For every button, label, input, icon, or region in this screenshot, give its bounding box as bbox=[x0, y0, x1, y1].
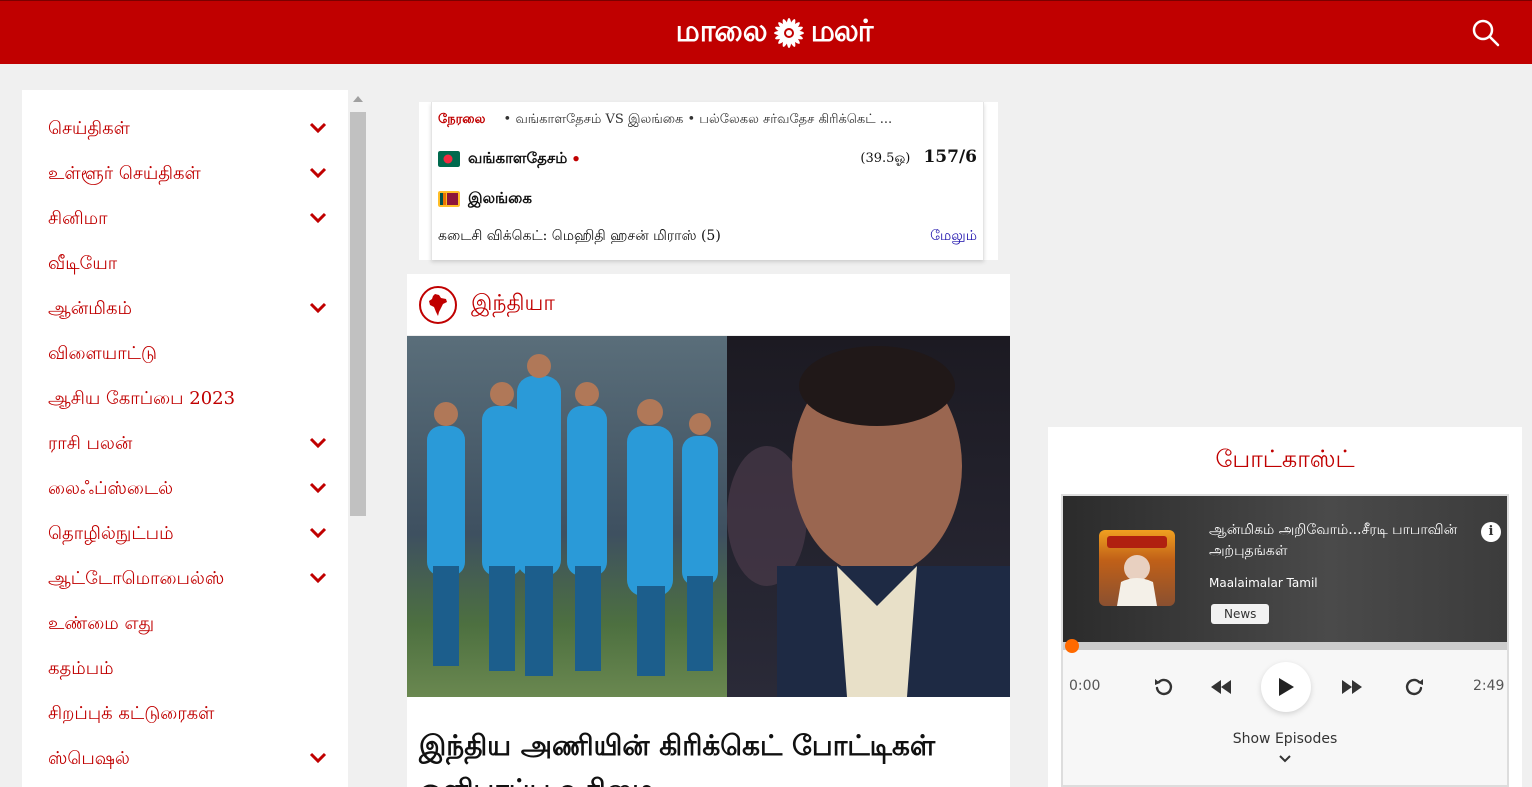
sidebar-item-label: தொழில்நுட்பம் bbox=[48, 523, 174, 544]
sidebar-item-label: சிறப்புக் கட்டுரைகள் bbox=[48, 703, 215, 724]
score-card: நேரலை • வங்காளதேசம் VS இலங்கை • பல்லேகல … bbox=[431, 102, 984, 260]
podcast-widget: போட்காஸ்ட் ஆன்மிகம் அறிவோம்...சீரடி பாபா… bbox=[1048, 427, 1522, 787]
episode-tag: News bbox=[1211, 604, 1270, 624]
previous-icon[interactable] bbox=[1208, 674, 1234, 700]
play-icon bbox=[1279, 678, 1294, 696]
chevron-down-icon[interactable] bbox=[1278, 754, 1292, 764]
batting-indicator: • bbox=[571, 150, 581, 168]
sidebar-item-label: ராசி பலன் bbox=[48, 433, 133, 454]
section-header[interactable]: இந்தியா bbox=[407, 274, 1010, 336]
sidebar-item-label: ஆசிய கோப்பை 2023 bbox=[48, 388, 236, 409]
team1-runs: 157/6 bbox=[923, 147, 977, 167]
episode-author: Maalaimalar Tamil bbox=[1209, 576, 1318, 590]
progress-bar[interactable] bbox=[1063, 639, 1507, 653]
current-time: 0:00 bbox=[1069, 678, 1101, 694]
episode-title: ஆன்மிகம் அறிவோம்...சீரடி பாபாவின் அற்புத… bbox=[1209, 522, 1458, 559]
chevron-down-icon[interactable] bbox=[309, 166, 327, 180]
logo-text-left: மாலை bbox=[675, 13, 768, 49]
sidebar-item[interactable]: செய்திகள் bbox=[22, 107, 348, 152]
sidebar-item[interactable]: தொழில்நுட்பம் bbox=[22, 512, 348, 557]
sidebar-menu: செய்திகள் உள்ளூர் செய்திகள் சினிமா வீடியோ ஆன… bbox=[22, 90, 348, 787]
bangladesh-flag-icon bbox=[438, 151, 460, 167]
sri-lanka-flag-icon bbox=[438, 191, 460, 207]
sidebar-item[interactable]: உள்ளூர் செய்திகள் bbox=[22, 152, 348, 197]
sidebar-item-label: விளையாட்டு bbox=[48, 343, 157, 364]
sidebar-item-label: செய்திகள் bbox=[48, 118, 130, 139]
news-headline[interactable]: இந்திய அணியின் கிரிக்கெட் போட்டிகள் ஒளிப… bbox=[419, 724, 999, 787]
sidebar-item-label: லைஃப்ஸ்டைல் bbox=[48, 478, 174, 499]
news-card: இந்தியா இந்திய அணியின் கிரிக்கெட் போட்டி… bbox=[407, 274, 1010, 787]
sidebar-item[interactable]: உண்மை எது bbox=[22, 602, 348, 647]
india-map-icon bbox=[419, 285, 457, 324]
logo-text-right: மலர் bbox=[810, 13, 874, 49]
sidebar-item-label: ஸ்பெஷல் bbox=[48, 748, 130, 769]
search-icon[interactable] bbox=[1470, 17, 1502, 49]
sidebar-item[interactable]: கதம்பம் bbox=[22, 647, 348, 692]
sidebar-item[interactable]: லைஃப்ஸ்டைல் bbox=[22, 467, 348, 512]
episode-cover-art bbox=[1099, 530, 1175, 606]
sidebar-item[interactable]: ஆசிய கோப்பை 2023 bbox=[22, 377, 348, 422]
play-button[interactable] bbox=[1261, 662, 1311, 712]
sidebar-item[interactable]: ஆன்மிகம் bbox=[22, 287, 348, 332]
score-header: நேரலை • வங்காளதேசம் VS இலங்கை • பல்லேகல … bbox=[438, 112, 978, 128]
section-title: இந்தியா bbox=[471, 290, 555, 316]
team2-name: இலங்கை bbox=[468, 189, 532, 207]
chevron-down-icon[interactable] bbox=[309, 481, 327, 495]
sidebar-item[interactable]: சினிமா bbox=[22, 197, 348, 242]
sidebar-item[interactable]: ராசி பலன் bbox=[22, 422, 348, 467]
progress-handle[interactable] bbox=[1065, 639, 1079, 653]
scroll-up-arrow-icon[interactable] bbox=[353, 96, 363, 102]
podcast-title: போட்காஸ்ட் bbox=[1215, 445, 1355, 473]
scroll-thumb[interactable] bbox=[350, 112, 366, 516]
sidebar-item-label: உண்மை எது bbox=[48, 613, 155, 634]
chevron-down-icon[interactable] bbox=[309, 571, 327, 585]
chevron-down-icon[interactable] bbox=[309, 751, 327, 765]
sidebar-item-label: கதம்பம் bbox=[48, 658, 114, 679]
player-header: ஆன்மிகம் அறிவோம்...சீரடி பாபாவின் அற்புத… bbox=[1063, 496, 1507, 642]
team-row-1: வங்காளதேசம் • bbox=[438, 146, 581, 172]
sidebar-item-label: ஆன்மிகம் bbox=[48, 298, 132, 319]
chevron-down-icon[interactable] bbox=[309, 301, 327, 315]
next-icon[interactable] bbox=[1339, 674, 1365, 700]
podcast-player: ஆன்மிகம் அறிவோம்...சீரடி பாபாவின் அற்புத… bbox=[1061, 494, 1509, 787]
sidebar-item-label: உள்ளூர் செய்திகள் bbox=[48, 163, 201, 184]
news-image[interactable] bbox=[407, 336, 1010, 697]
sidebar-item[interactable]: ஸ்பெஷல் bbox=[22, 737, 348, 782]
live-label: நேரலை bbox=[438, 112, 486, 127]
site-logo[interactable]: மாலை மலர் bbox=[652, 9, 896, 57]
chevron-down-icon[interactable] bbox=[309, 526, 327, 540]
team1-overs: (39.5ஓ) bbox=[860, 151, 911, 166]
team-row-2: இலங்கை bbox=[438, 186, 532, 212]
duration: 2:49 bbox=[1473, 678, 1505, 694]
team1-name: வங்காளதேசம் bbox=[468, 149, 568, 167]
sidebar-item-label: ஆட்டோமொபைல்ஸ் bbox=[48, 568, 225, 589]
forward-icon[interactable] bbox=[1401, 674, 1427, 700]
match-info[interactable]: • வங்காளதேசம் VS இலங்கை • பல்லேகல சர்வதே… bbox=[504, 112, 893, 127]
header-bar: மாலை மலர் bbox=[0, 0, 1532, 64]
sidebar-item[interactable]: வீடியோ bbox=[22, 242, 348, 287]
live-score-widget: நேரலை • வங்காளதேசம் VS இலங்கை • பல்லேகல … bbox=[419, 102, 998, 260]
team1-score: (39.5ஓ) 157/6 bbox=[860, 147, 977, 167]
chevron-down-icon[interactable] bbox=[309, 121, 327, 135]
show-episodes-button[interactable]: Show Episodes bbox=[1063, 731, 1507, 747]
sidebar-item[interactable]: ஆட்டோமொபைல்ஸ் bbox=[22, 557, 348, 602]
flower-logo-icon bbox=[773, 18, 804, 48]
sidebar-item[interactable]: சிறப்புக் கட்டுரைகள் bbox=[22, 692, 348, 737]
last-wicket: கடைசி விக்கெட்: மெஹிதி ஹசன் மிராஸ் (5) bbox=[438, 228, 721, 244]
chevron-down-icon[interactable] bbox=[309, 436, 327, 450]
sidebar-scrollbar[interactable] bbox=[348, 90, 368, 787]
info-icon[interactable]: i bbox=[1481, 522, 1501, 542]
sidebar-item-label: சினிமா bbox=[48, 208, 108, 229]
sidebar-item-label: வீடியோ bbox=[48, 253, 118, 274]
sidebar-item[interactable]: விளையாட்டு bbox=[22, 332, 348, 377]
more-link[interactable]: மேலும் bbox=[930, 228, 977, 246]
chevron-down-icon[interactable] bbox=[309, 211, 327, 225]
rewind-icon[interactable] bbox=[1151, 674, 1177, 700]
